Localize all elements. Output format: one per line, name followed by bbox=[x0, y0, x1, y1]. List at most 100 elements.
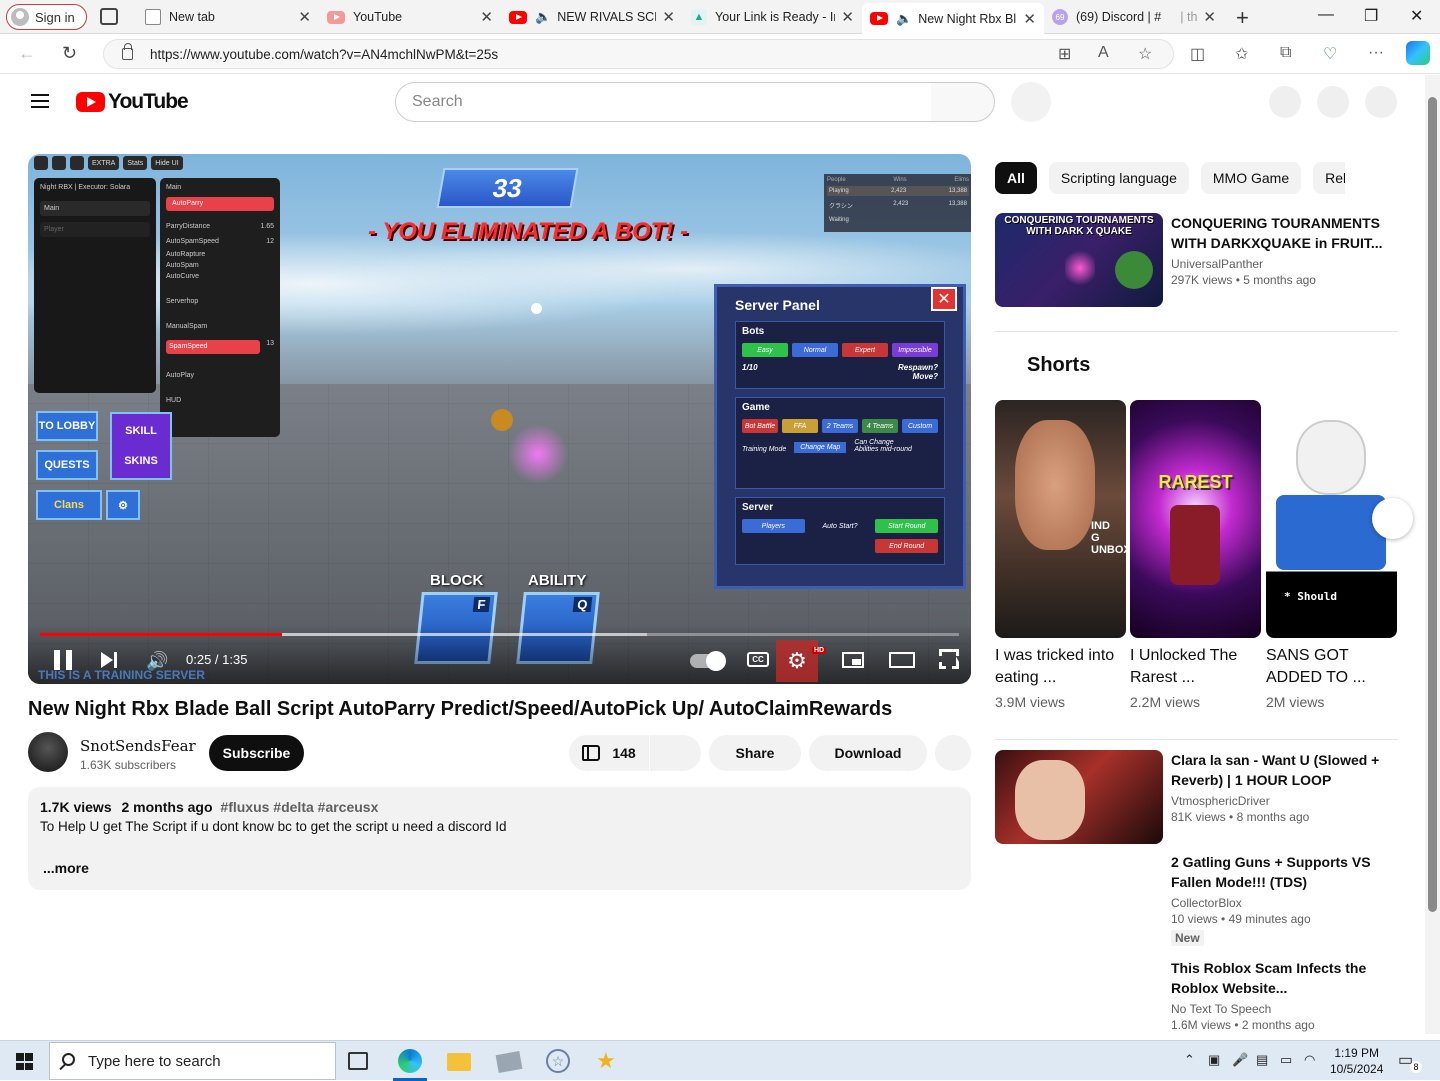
rec-channel[interactable]: VtmosphericDriver bbox=[1171, 794, 1397, 808]
file-explorer-icon[interactable] bbox=[447, 1053, 471, 1071]
new-tab-button[interactable]: + bbox=[1236, 5, 1249, 31]
favorite-star-icon[interactable]: ☆ bbox=[1138, 44, 1152, 64]
rec-channel[interactable]: No Text To Speech bbox=[1171, 1002, 1397, 1016]
rec-title[interactable]: This Roblox Scam Infects the Roblox Webs… bbox=[1171, 958, 1397, 998]
close-icon[interactable]: ✕ bbox=[480, 8, 493, 26]
channel-avatar[interactable] bbox=[28, 732, 68, 772]
split-screen-icon[interactable]: ◫ bbox=[1190, 44, 1205, 64]
chip-scripting-language[interactable]: Scripting language bbox=[1048, 162, 1189, 194]
speaker-icon[interactable]: 🔈 bbox=[896, 11, 912, 27]
short-thumbnail[interactable]: IND G UNBOXI bbox=[995, 400, 1126, 638]
microphone-icon[interactable]: 🎤 bbox=[1232, 1052, 1248, 1068]
chip-related[interactable]: Relat bbox=[1313, 162, 1345, 194]
short-title[interactable]: I Unlocked The Rarest ... bbox=[1130, 645, 1255, 689]
restore-button[interactable]: ❐ bbox=[1364, 6, 1378, 26]
close-icon[interactable]: ✕ bbox=[841, 8, 854, 26]
close-icon[interactable]: ✕ bbox=[298, 8, 311, 26]
like-button[interactable]: 148 bbox=[569, 735, 649, 771]
description-box[interactable]: 1.7K views 2 months ago #fluxus #delta #… bbox=[28, 787, 971, 890]
lock-icon[interactable] bbox=[122, 43, 133, 60]
video-player[interactable]: EXTRA Stats Hide UI Night RBX | Executor… bbox=[28, 154, 971, 684]
rec-channel[interactable]: UniversalPanther bbox=[1171, 257, 1397, 271]
pause-button[interactable] bbox=[54, 650, 72, 670]
task-view-icon[interactable] bbox=[348, 1052, 368, 1070]
tab-actions-icon[interactable] bbox=[100, 8, 118, 25]
download-button[interactable]: Download bbox=[809, 735, 927, 771]
roblox-icon[interactable] bbox=[495, 1051, 523, 1073]
dislike-button[interactable] bbox=[650, 735, 701, 771]
battery-icon[interactable]: ▭ bbox=[1280, 1052, 1292, 1068]
video-thumbnail[interactable]: CONQUERING TOURNAMENTS WITH DARK X QUAKE bbox=[995, 213, 1163, 307]
rec-title[interactable]: CONQUERING TOURANMENTS WITH DARKXQUAKE i… bbox=[1171, 213, 1397, 253]
tab-your-link[interactable]: ▲ Your Link is Ready - Ins ✕ bbox=[683, 3, 862, 31]
youtube-logo[interactable]: YouTube bbox=[76, 90, 189, 114]
short-title[interactable]: I was tricked into eating ... bbox=[995, 645, 1120, 689]
more-actions-button[interactable] bbox=[935, 735, 971, 771]
chip-mmo-game[interactable]: MMO Game bbox=[1200, 162, 1302, 194]
close-icon[interactable]: ✕ bbox=[662, 8, 675, 26]
account-avatar[interactable] bbox=[1365, 86, 1397, 118]
subtitles-button[interactable]: CC bbox=[747, 652, 769, 667]
settings-gear-icon[interactable]: ⚙ bbox=[776, 640, 818, 682]
menu-icon[interactable] bbox=[31, 94, 49, 108]
edge-icon[interactable] bbox=[398, 1049, 422, 1073]
rec-title[interactable]: 2 Gatling Guns + Supports VS Fallen Mode… bbox=[1171, 852, 1397, 892]
minimize-button[interactable]: — bbox=[1318, 6, 1334, 24]
short-thumbnail[interactable]: RAREST bbox=[1130, 400, 1261, 638]
more-menu-icon[interactable]: ··· bbox=[1368, 44, 1384, 62]
rec-title[interactable]: Clara la san - Want U (Slowed + Reverb) … bbox=[1171, 750, 1397, 790]
video-thumbnail[interactable] bbox=[995, 750, 1163, 844]
favorites-icon[interactable]: ✩ bbox=[1235, 44, 1248, 64]
next-button[interactable] bbox=[101, 652, 117, 668]
collections-icon[interactable]: ⧉ bbox=[1280, 44, 1291, 62]
close-icon[interactable]: ✕ bbox=[1203, 8, 1216, 26]
chip-all[interactable]: All bbox=[995, 162, 1037, 194]
app-available-icon[interactable]: ⊞ bbox=[1058, 44, 1071, 64]
hashtags[interactable]: #fluxus #delta #arceusx bbox=[220, 799, 378, 815]
app-pinned-star-icon[interactable]: ★ bbox=[596, 1049, 620, 1073]
volume-icon[interactable]: 🔊 bbox=[146, 651, 168, 672]
taskbar-clock[interactable]: 1:19 PM 10/5/2024 bbox=[1330, 1045, 1383, 1077]
signin-button[interactable]: Sign in bbox=[6, 4, 87, 30]
copilot-icon[interactable] bbox=[1406, 41, 1430, 65]
autoplay-toggle[interactable] bbox=[690, 651, 726, 671]
tab-discord[interactable]: 69 (69) Discord | # | th ✕ bbox=[1044, 3, 1224, 31]
refresh-button[interactable]: ↻ bbox=[62, 43, 77, 64]
tray-overflow-icon[interactable]: ⌃ bbox=[1184, 1052, 1195, 1068]
back-button[interactable]: ← bbox=[18, 43, 36, 64]
read-aloud-icon[interactable]: A bbox=[1098, 44, 1109, 62]
show-more-link[interactable]: ...more bbox=[43, 860, 89, 876]
url-field[interactable]: https://www.youtube.com/watch?v=AN4mchlN… bbox=[103, 39, 1174, 69]
create-button[interactable] bbox=[1269, 86, 1301, 118]
tab-youtube[interactable]: YouTube ✕ bbox=[319, 3, 501, 31]
subscribe-button[interactable]: Subscribe bbox=[209, 735, 304, 771]
wifi-icon[interactable]: ◠ bbox=[1304, 1052, 1315, 1068]
short-title[interactable]: SANS GOT ADDED TO ... bbox=[1266, 645, 1391, 689]
search-input[interactable]: Search bbox=[395, 82, 932, 122]
speaker-icon[interactable]: 🔈 bbox=[535, 9, 551, 25]
share-button[interactable]: Share bbox=[709, 735, 801, 771]
tab-new-tab[interactable]: New tab ✕ bbox=[137, 3, 319, 31]
thumbnail-art bbox=[1015, 420, 1095, 550]
miniplayer-button[interactable] bbox=[842, 652, 864, 668]
page-scrollbar[interactable] bbox=[1425, 75, 1440, 1034]
voice-search-button[interactable] bbox=[1011, 82, 1051, 122]
close-icon[interactable]: ✕ bbox=[1023, 10, 1036, 28]
scrollbar-thumb[interactable] bbox=[1428, 97, 1437, 912]
taskbar-search[interactable]: Type here to search bbox=[49, 1042, 336, 1080]
window-close-button[interactable]: ✕ bbox=[1410, 6, 1423, 26]
app-star-icon[interactable]: ☆ bbox=[546, 1049, 570, 1073]
theater-mode-button[interactable] bbox=[889, 652, 915, 668]
channel-name[interactable]: SnotSendsFear bbox=[80, 737, 196, 755]
progress-bar[interactable] bbox=[40, 633, 959, 636]
tray-app-icon[interactable]: ▤ bbox=[1256, 1052, 1268, 1068]
browser-essentials-icon[interactable]: ♡ bbox=[1323, 44, 1337, 64]
tray-app-icon[interactable]: ▣ bbox=[1208, 1052, 1220, 1068]
rec-channel[interactable]: CollectorBlox bbox=[1171, 896, 1397, 910]
windows-start-icon[interactable] bbox=[16, 1053, 33, 1070]
tab-new-rivals[interactable]: 🔈 NEW RIVALS SCRI ✕ bbox=[501, 3, 683, 31]
search-button[interactable] bbox=[931, 82, 995, 122]
notifications-button[interactable] bbox=[1317, 86, 1349, 118]
tab-new-night-rbx[interactable]: 🔈 New Night Rbx Bl ✕ bbox=[862, 3, 1044, 34]
shorts-next-button[interactable] bbox=[1372, 498, 1413, 539]
